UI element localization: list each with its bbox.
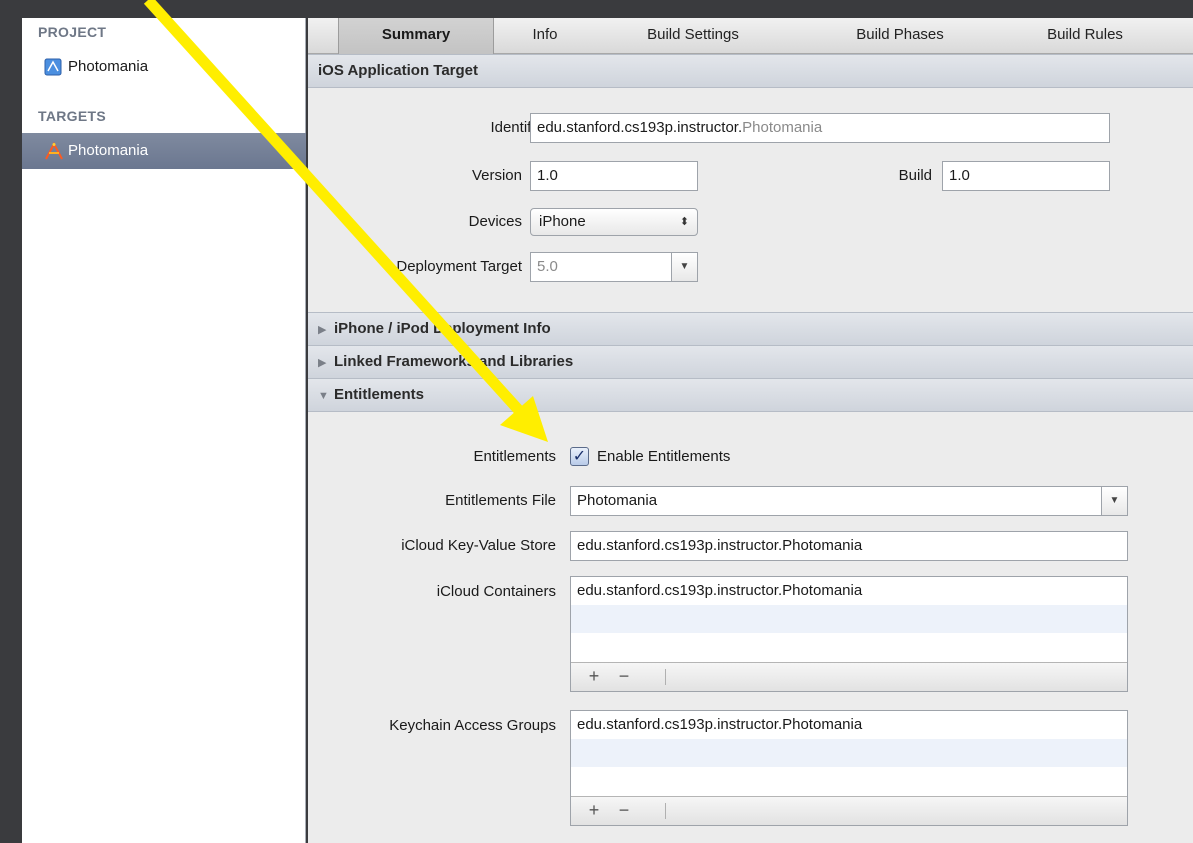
triangle-down-icon[interactable]: ▼ — [318, 380, 334, 412]
tab-info[interactable]: Info — [508, 18, 582, 54]
deployment-target-label: Deployment Target — [396, 258, 522, 275]
target-item-label: Photomania — [68, 142, 149, 159]
keychain-access-groups-label: Keychain Access Groups — [389, 717, 556, 734]
identifier-suffix: Photomania — [742, 119, 823, 136]
list-footer: + − — [571, 796, 1127, 825]
add-button[interactable]: + — [581, 797, 607, 825]
add-button[interactable]: + — [581, 663, 607, 691]
identifier-field[interactable]: edu.stanford.cs193p.instructor.Photomani… — [530, 113, 1110, 143]
section-title: Entitlements — [334, 386, 425, 403]
icloud-containers-label: iCloud Containers — [436, 583, 556, 600]
build-label: Build — [898, 167, 932, 184]
editor-tab-bar: Summary Info Build Settings Build Phases… — [308, 18, 1193, 54]
project-item-label: Photomania — [68, 58, 149, 75]
section-title: iPhone / iPod Deployment Info — [334, 320, 551, 337]
xcode-project-icon — [44, 58, 62, 76]
app-target-icon — [44, 141, 63, 160]
remove-button[interactable]: − — [611, 663, 637, 691]
tab-build-rules[interactable]: Build Rules — [1020, 18, 1150, 54]
footer-divider — [665, 669, 666, 685]
section-title: iOS Application Target — [318, 62, 479, 79]
footer-divider — [665, 803, 666, 819]
entitlements-file-value: Photomania — [577, 492, 658, 509]
project-navigator: PROJECT Photomania TARGETS Photomania — [22, 18, 306, 843]
identifier-prefix: edu.stanford.cs193p.instructor. — [537, 119, 743, 136]
xcode-window: PROJECT Photomania TARGETS Photomania Su… — [0, 0, 1193, 843]
deployment-target-value: 5.0 — [537, 258, 558, 275]
tab-build-settings[interactable]: Build Settings — [618, 18, 768, 54]
list-item[interactable]: edu.stanford.cs193p.instructor.Photomani… — [571, 577, 1127, 605]
identifier-label: Identifier — [490, 119, 548, 136]
remove-button[interactable]: − — [611, 797, 637, 825]
project-header: PROJECT — [38, 24, 107, 40]
triangle-right-icon[interactable]: ▶ — [318, 347, 334, 379]
build-field[interactable]: 1.0 — [942, 161, 1110, 191]
list-item-empty — [571, 739, 1127, 767]
icloud-containers-list[interactable]: edu.stanford.cs193p.instructor.Photomani… — [570, 576, 1128, 692]
targets-header: TARGETS — [38, 108, 106, 124]
devices-popup[interactable]: iPhone ⬍ — [530, 208, 698, 236]
deployment-target-combo[interactable]: 5.0 ▼ — [530, 252, 698, 282]
list-footer: + − — [571, 662, 1127, 691]
section-linked-frameworks[interactable]: ▶ Linked Frameworks and Libraries — [308, 345, 1193, 379]
enable-entitlements-label[interactable]: Enable Entitlements — [597, 448, 817, 465]
entitlements-label: Entitlements — [473, 448, 556, 465]
version-label: Version — [471, 167, 522, 184]
target-editor: Summary Info Build Settings Build Phases… — [308, 18, 1193, 843]
tab-summary[interactable]: Summary — [338, 18, 494, 54]
section-ios-application-target: iOS Application Target — [308, 54, 1193, 88]
target-item-selected[interactable]: Photomania — [22, 133, 306, 169]
entitlements-file-label: Entitlements File — [445, 492, 556, 509]
version-field[interactable]: 1.0 — [530, 161, 698, 191]
chevron-down-icon[interactable]: ▼ — [671, 253, 697, 281]
icloud-kv-store-label: iCloud Key-Value Store — [401, 537, 556, 554]
icloud-kv-store-field[interactable]: edu.stanford.cs193p.instructor.Photomani… — [570, 531, 1128, 561]
list-item-empty — [571, 605, 1127, 633]
target-item[interactable]: Photomania — [44, 140, 148, 162]
tab-build-phases[interactable]: Build Phases — [830, 18, 970, 54]
section-entitlements[interactable]: ▼ Entitlements — [308, 378, 1193, 412]
section-deployment-info[interactable]: ▶ iPhone / iPod Deployment Info — [308, 312, 1193, 346]
keychain-access-groups-list[interactable]: edu.stanford.cs193p.instructor.Photomani… — [570, 710, 1128, 826]
triangle-right-icon[interactable]: ▶ — [318, 314, 334, 346]
devices-value: iPhone — [539, 213, 586, 230]
list-item-empty — [571, 633, 1127, 661]
list-item[interactable]: edu.stanford.cs193p.instructor.Photomani… — [571, 711, 1127, 739]
list-item-empty — [571, 767, 1127, 795]
updown-arrows-icon: ⬍ — [679, 216, 689, 228]
entitlements-file-combo[interactable]: Photomania ▼ — [570, 486, 1128, 516]
chevron-down-icon[interactable]: ▼ — [1101, 487, 1127, 515]
devices-label: Devices — [468, 213, 522, 230]
enable-entitlements-checkbox[interactable]: ✓ — [570, 447, 589, 466]
section-title: Linked Frameworks and Libraries — [334, 353, 574, 370]
project-item[interactable]: Photomania — [44, 56, 148, 78]
